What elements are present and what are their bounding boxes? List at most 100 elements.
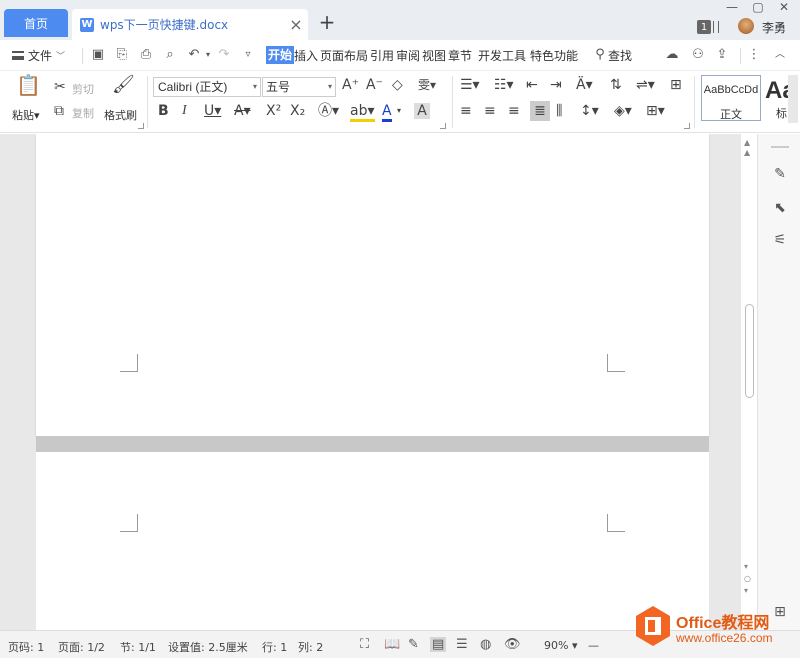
- search-label[interactable]: 查找: [608, 47, 632, 64]
- align-left-icon[interactable]: ≡: [460, 103, 472, 119]
- tab-developer[interactable]: 开发工具: [478, 47, 526, 64]
- zoom-level[interactable]: 90% ▾: [544, 639, 577, 652]
- decrease-font-icon[interactable]: A⁻: [366, 77, 383, 93]
- clipboard-dialog-launcher[interactable]: [138, 123, 144, 129]
- strikethrough-icon[interactable]: A▾: [234, 103, 251, 119]
- paragraph-dialog-launcher[interactable]: [684, 123, 690, 129]
- tab-view[interactable]: 视图: [422, 47, 446, 64]
- highlight-icon[interactable]: ab▾: [350, 103, 375, 122]
- pen-icon[interactable]: ✎: [408, 637, 419, 652]
- bullet-list-icon[interactable]: ☰▾: [460, 77, 480, 93]
- fullscreen-icon[interactable]: ⛶: [360, 637, 369, 652]
- borders-icon[interactable]: ⊞▾: [646, 103, 665, 119]
- next-page-icon[interactable]: ▾: [744, 586, 748, 595]
- styles-scroll[interactable]: [788, 75, 798, 123]
- user-name[interactable]: 李勇: [762, 19, 786, 36]
- style-normal[interactable]: AaBbCcDd 正文: [701, 75, 761, 121]
- chinese-layout-icon[interactable]: Ä▾: [576, 77, 593, 93]
- document-workspace[interactable]: [0, 134, 757, 630]
- phonetic-guide-icon[interactable]: 雯▾: [418, 77, 436, 93]
- tab-special-features[interactable]: 特色功能: [530, 47, 578, 64]
- decrease-indent-icon[interactable]: ⇤: [526, 77, 538, 93]
- font-color-dropdown-icon[interactable]: ▾: [397, 103, 401, 119]
- shading-icon[interactable]: ◈▾: [614, 103, 632, 119]
- line-spacing-icon[interactable]: ↕▾: [580, 103, 599, 119]
- prev-page-icon[interactable]: ▾: [744, 562, 748, 571]
- settings-sliders-icon[interactable]: ⚟: [771, 232, 789, 250]
- tab-page-layout[interactable]: 页面布局: [320, 47, 368, 64]
- document-page-1[interactable]: [36, 134, 709, 436]
- eye-protection-icon[interactable]: 👁: [504, 637, 521, 652]
- document-tab[interactable]: W wps下一页快捷键.docx ×: [72, 9, 308, 40]
- maximize-button[interactable]: ▢: [746, 0, 770, 16]
- format-painter-button[interactable]: 格式刷: [104, 107, 137, 123]
- clear-format-icon[interactable]: ◇: [392, 77, 403, 93]
- style-heading-name[interactable]: 标: [776, 105, 787, 121]
- window-switch-icon[interactable]: [713, 21, 719, 33]
- print-icon[interactable]: ⎙: [138, 47, 154, 63]
- underline-icon[interactable]: U▾: [204, 103, 221, 119]
- superscript-icon[interactable]: X²: [266, 103, 281, 119]
- tab-insert[interactable]: 插入: [294, 47, 318, 64]
- format-painter-icon[interactable]: 🖌: [112, 76, 135, 94]
- collapse-ribbon-icon[interactable]: ︿: [772, 47, 788, 63]
- font-dialog-launcher[interactable]: [440, 123, 446, 129]
- pen-edit-icon[interactable]: ✎: [771, 166, 789, 184]
- status-page-number[interactable]: 页码: 1: [8, 639, 44, 655]
- table-border-icon[interactable]: ⊞: [670, 77, 682, 93]
- justify-icon[interactable]: ≣: [530, 101, 550, 121]
- sort-icon[interactable]: ⇅: [610, 77, 622, 93]
- minimize-button[interactable]: —: [720, 0, 744, 16]
- increase-indent-icon[interactable]: ⇥: [550, 77, 562, 93]
- new-tab-button[interactable]: +: [316, 12, 338, 34]
- copy-icon[interactable]: ⧉: [54, 103, 64, 119]
- font-size-select[interactable]: 五号 ▾: [262, 77, 336, 97]
- numbered-list-icon[interactable]: ☷▾: [494, 77, 514, 93]
- font-name-select[interactable]: Calibri (正文) ▾: [153, 77, 261, 97]
- subscript-icon[interactable]: X₂: [290, 103, 305, 119]
- align-center-icon[interactable]: ≡: [484, 103, 496, 119]
- window-count-badge[interactable]: 1: [697, 20, 711, 34]
- scroll-up-icon[interactable]: ▲: [744, 138, 750, 147]
- cut-button[interactable]: 剪切: [72, 81, 94, 97]
- tab-review[interactable]: 审阅: [396, 47, 420, 64]
- font-color-icon[interactable]: A: [382, 103, 392, 122]
- text-effect-icon[interactable]: Ⓐ▾: [318, 103, 339, 119]
- save-icon[interactable]: ▣: [90, 47, 106, 63]
- scroll-up-icon[interactable]: ▲: [744, 148, 750, 157]
- more-options-icon[interactable]: ⋮: [746, 47, 762, 63]
- redo-icon[interactable]: ↷: [216, 47, 232, 63]
- page-view-icon[interactable]: ▤: [430, 637, 447, 652]
- search-icon[interactable]: ⚲: [592, 47, 608, 63]
- show-hide-marks-icon[interactable]: ⇌▾: [636, 77, 655, 93]
- zoom-out-button[interactable]: —: [588, 639, 599, 652]
- tab-section[interactable]: 章节: [448, 47, 472, 64]
- tab-references[interactable]: 引用: [370, 47, 394, 64]
- scrollbar-thumb[interactable]: [745, 304, 754, 398]
- tab-home[interactable]: 开始: [266, 46, 295, 64]
- customize-toolbar-icon[interactable]: ▿: [240, 47, 256, 63]
- select-browse-icon[interactable]: ○: [744, 574, 751, 583]
- collaborate-icon[interactable]: ⚇: [690, 47, 706, 63]
- outline-view-icon[interactable]: ☰: [456, 637, 468, 652]
- web-view-icon[interactable]: ◍: [480, 637, 491, 652]
- bold-icon[interactable]: B: [158, 103, 169, 119]
- increase-font-icon[interactable]: A⁺: [342, 77, 359, 93]
- cloud-sync-icon[interactable]: ☁: [664, 47, 680, 63]
- cursor-select-icon[interactable]: ⬉: [771, 200, 789, 218]
- paste-button[interactable]: 粘贴▾: [12, 107, 40, 123]
- undo-dropdown-icon[interactable]: ▾: [200, 47, 216, 63]
- align-right-icon[interactable]: ≡: [508, 103, 520, 119]
- close-tab-icon[interactable]: ×: [284, 15, 308, 34]
- italic-icon[interactable]: I: [182, 103, 187, 119]
- status-setting-value[interactable]: 设置值: 2.5厘米: [168, 639, 248, 655]
- file-menu[interactable]: 文件 ﹀: [12, 47, 65, 64]
- status-row[interactable]: 行: 1: [262, 639, 287, 655]
- vertical-scrollbar[interactable]: ▲ ▲ ▾ ○ ▾: [741, 134, 757, 630]
- print-preview-icon[interactable]: ⌕: [162, 47, 178, 63]
- status-column[interactable]: 列: 2: [298, 639, 323, 655]
- cut-icon[interactable]: ✂: [54, 79, 66, 95]
- paste-icon[interactable]: 📋: [16, 75, 41, 95]
- distribute-icon[interactable]: ⫼: [556, 103, 562, 119]
- home-tab[interactable]: 首页: [4, 9, 68, 37]
